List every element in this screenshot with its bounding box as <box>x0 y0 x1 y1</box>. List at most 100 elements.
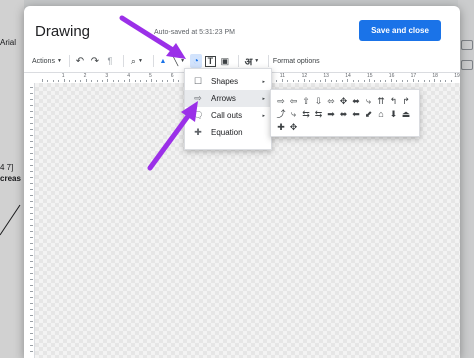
ruler-tick <box>434 79 436 82</box>
ruler-tick <box>30 261 33 262</box>
shape-dropdown-menu: ☐ Shapes ▸ ⇨ Arrows ▸ 🗨 Call outs ▸ ✚ Equation <box>184 68 272 150</box>
image-icon[interactable]: ▣ <box>219 54 231 68</box>
arrow-shape-icon[interactable]: ⏏ <box>400 108 412 120</box>
arrow-shape-icon[interactable]: ✥ <box>338 95 350 107</box>
arrow-shape-grid: ⇨ ⇦ ⇧ ⇩ ⬄ ✥ ⬌ ⤷ ⇈ ↰ ↱ ⤴ ⤷ ⇆ ⇆ ➡ ⬌ ⬅ ⬋ ⌂ ⬇ ⏏ ✚ ✥ <box>275 95 412 133</box>
ruler-tick <box>30 321 33 322</box>
ruler-tick <box>30 165 33 166</box>
menu-item-call-outs[interactable]: 🗨 Call outs ▸ <box>185 107 271 124</box>
ruler-tick <box>52 80 54 82</box>
ruler-tick <box>80 80 82 82</box>
ruler-tick <box>63 79 65 82</box>
ruler-tick <box>30 141 33 142</box>
undo-icon[interactable]: ↶ <box>74 54 86 68</box>
ruler-tick <box>30 285 33 286</box>
arrow-shape-icon[interactable]: ➡ <box>325 108 337 120</box>
menu-item-equation[interactable]: ✚ Equation <box>185 124 271 141</box>
ruler-tick <box>74 80 76 82</box>
arrow-shape-icon[interactable]: ⌂ <box>375 108 387 120</box>
ruler-tick <box>30 291 33 292</box>
arrow-shape-icon[interactable]: ✥ <box>288 121 300 133</box>
ruler-tick <box>352 80 354 82</box>
textbox-icon[interactable]: T <box>204 55 216 67</box>
arrow-shape-icon[interactable]: ⬇ <box>388 108 400 120</box>
shape-icon[interactable]: ◔ <box>189 54 202 68</box>
chevron-right-icon: ▸ <box>262 95 265 102</box>
ruler-tick <box>369 79 370 82</box>
ruler-number: 17 <box>410 73 417 79</box>
ruler-tick <box>401 80 403 82</box>
redo-icon[interactable]: ↷ <box>89 54 101 68</box>
zoom-button[interactable]: ⌕ ▼ <box>128 54 146 68</box>
toolbar-divider <box>68 55 70 67</box>
ruler-tick <box>30 183 33 184</box>
menu-item-label: Equation <box>211 128 243 137</box>
ruler-tick <box>341 80 343 82</box>
arrow-shape-icon[interactable]: ⇧ <box>300 95 312 107</box>
arrow-shape-icon[interactable]: ↱ <box>400 95 412 107</box>
menu-item-arrows[interactable]: ⇨ Arrows ▸ <box>185 90 271 107</box>
ruler-tick <box>30 297 33 298</box>
vertical-ruler <box>24 83 35 358</box>
arrow-shape-icon[interactable]: ⇨ <box>275 95 287 107</box>
ruler-tick <box>30 237 33 238</box>
ruler-tick <box>30 201 33 202</box>
ruler-tick <box>385 80 387 82</box>
arrow-shape-icon[interactable]: ⇆ <box>313 108 325 120</box>
select-icon[interactable]: ▲ <box>158 54 168 68</box>
menu-item-shapes[interactable]: ☐ Shapes ▸ <box>185 73 271 90</box>
arrow-shape-icon[interactable]: ⇦ <box>288 95 300 107</box>
ruler-tick <box>30 225 33 226</box>
arrow-shape-icon[interactable]: ⤷ <box>363 95 375 107</box>
ruler-tick <box>129 79 131 82</box>
menu-item-label: Call outs <box>211 111 243 120</box>
arrow-shape-icon[interactable]: ↰ <box>388 95 400 107</box>
ruler-tick <box>107 79 109 82</box>
arrow-icon: ⇨ <box>194 93 202 103</box>
ruler-tick <box>30 105 33 106</box>
ruler-tick <box>298 80 300 82</box>
ruler-tick <box>118 80 120 82</box>
ruler-tick <box>167 80 169 82</box>
arrow-shape-icon[interactable]: ⇩ <box>313 95 325 107</box>
ruler-tick <box>30 195 33 196</box>
arrow-shape-icon[interactable]: ✚ <box>275 121 287 133</box>
arrow-shape-icon[interactable]: ⤴ <box>275 108 287 120</box>
ruler-tick <box>292 80 294 82</box>
line-icon: ╲ <box>172 55 179 66</box>
ruler-tick <box>30 303 33 304</box>
chevron-down-icon: ▼ <box>254 58 260 64</box>
line-tool[interactable]: ╲ ▼ <box>171 54 187 68</box>
arrow-shape-icon[interactable]: ⬄ <box>325 95 337 107</box>
ruler-tick <box>30 135 33 136</box>
ruler-number: 18 <box>432 73 438 79</box>
actions-menu[interactable]: Actions ▼ <box>32 54 62 68</box>
ruler-tick <box>69 80 71 82</box>
wordart-button[interactable]: अ ▼ <box>243 54 261 68</box>
arrow-shape-icon[interactable]: ⇆ <box>300 108 312 120</box>
actions-label: Actions <box>32 57 55 65</box>
ruler-tick <box>161 80 163 82</box>
ruler-tick <box>30 153 33 154</box>
paint-format-icon[interactable]: ¶ <box>104 54 116 68</box>
ruler-tick <box>418 80 420 82</box>
toolbar-divider <box>122 55 124 67</box>
arrow-shape-icon[interactable]: ⇈ <box>375 95 387 107</box>
ruler-tick <box>314 80 316 82</box>
arrow-shape-icon[interactable]: ⬌ <box>350 95 362 107</box>
arrow-shape-icon[interactable]: ⤷ <box>288 108 300 120</box>
ruler-tick <box>30 231 33 232</box>
save-and-close-button[interactable]: Save and close <box>359 20 441 41</box>
format-options-button[interactable]: Format options <box>273 54 320 68</box>
arrow-shape-icon[interactable]: ⬋ <box>363 108 375 120</box>
ruler-tick <box>287 80 289 82</box>
ruler-number: 2 <box>83 73 87 79</box>
ruler-tick <box>47 80 49 82</box>
arrow-shape-icon[interactable]: ⬌ <box>338 108 350 120</box>
ruler-tick <box>58 80 60 82</box>
ruler-number: 5 <box>149 73 152 79</box>
ruler-tick <box>30 267 33 268</box>
arrow-shape-icon[interactable]: ⬅ <box>350 108 362 120</box>
ruler-number: 4 <box>127 73 130 79</box>
ruler-number: 15 <box>367 73 373 79</box>
